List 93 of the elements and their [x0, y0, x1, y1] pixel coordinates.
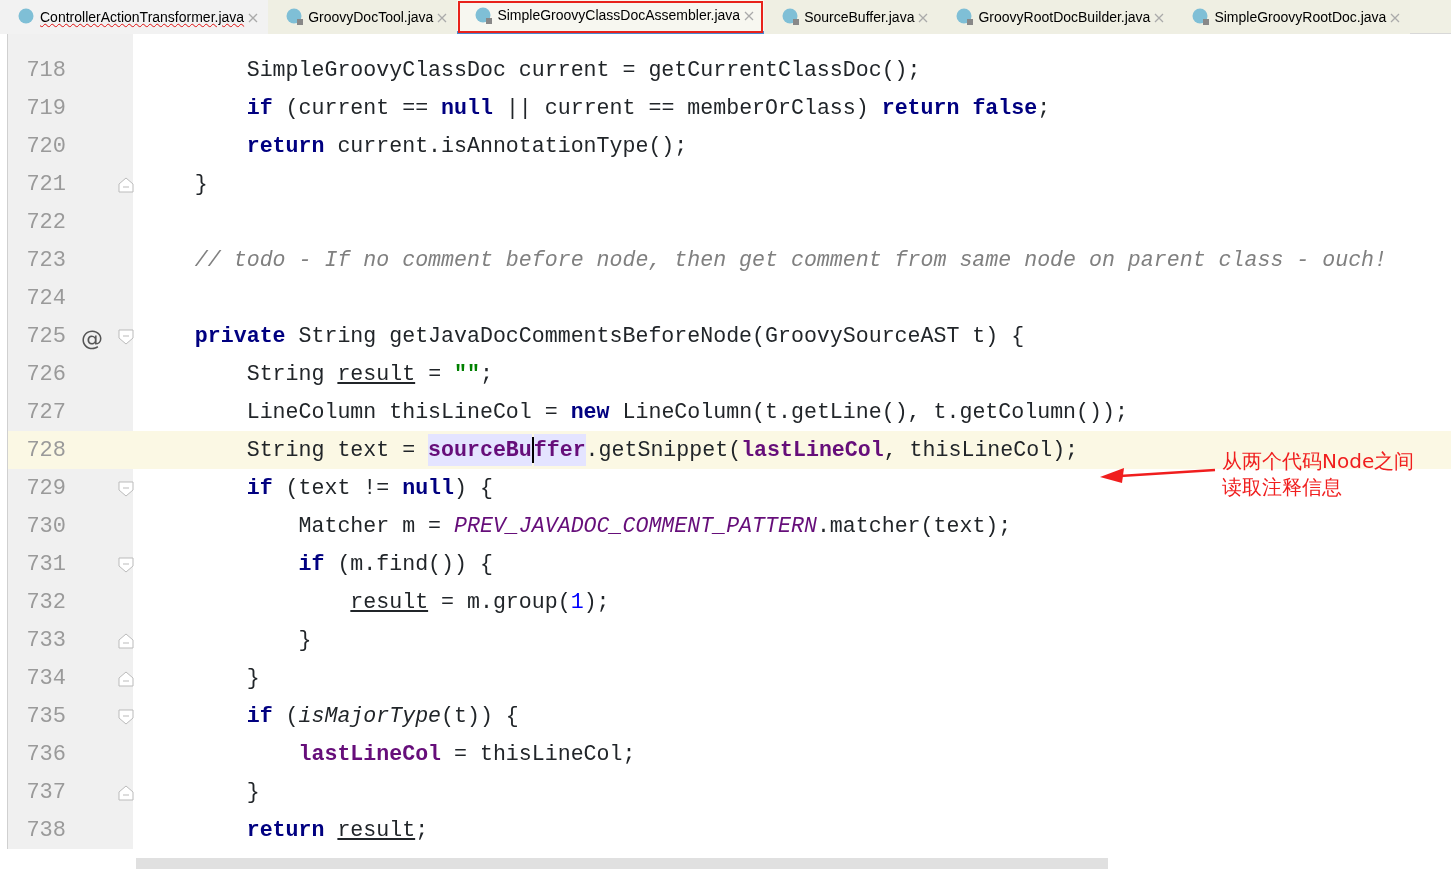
- class-file-icon: [18, 8, 36, 26]
- code-token: lastLineCol: [298, 740, 442, 768]
- code-token: || current == memberOrClass): [505, 94, 870, 122]
- code-token: LineColumn thisLineCol =: [246, 398, 559, 426]
- code-token: );: [583, 588, 610, 616]
- code-token: result: [350, 588, 429, 616]
- code-token: (text !=: [285, 474, 391, 502]
- code-token: if: [246, 474, 273, 502]
- line-number: 736: [25, 740, 66, 769]
- text-caret: [531, 437, 534, 463]
- code-token: ;: [479, 360, 493, 388]
- code-token: return false: [881, 94, 1038, 122]
- line-number: 723: [25, 246, 66, 275]
- fold-marker-icon[interactable]: [118, 557, 134, 573]
- class-file-icon: [1192, 8, 1211, 26]
- code-comment: // todo - If no comment before node, then get comment from same node on parent class - ouch!: [194, 246, 1387, 274]
- line-number: 726: [25, 360, 66, 389]
- line-number: 733: [25, 626, 66, 655]
- code-token: }: [246, 778, 260, 806]
- class-file-icon: [956, 8, 975, 26]
- code-token: = m.group(: [441, 588, 571, 616]
- code-token: (t)) {: [441, 702, 519, 730]
- code-token: SimpleGroovyClassDoc current = getCurrentClassDoc();: [246, 56, 921, 84]
- code-token: PREV_JAVADOC_COMMENT_PATTERN: [454, 512, 817, 540]
- fold-marker-icon[interactable]: [118, 329, 134, 345]
- fold-marker-icon[interactable]: [118, 671, 134, 687]
- file-tab[interactable]: ControllerActionTransformer.java: [0, 0, 269, 34]
- horizontal-scrollbar[interactable]: [136, 858, 1108, 869]
- code-token: }: [246, 664, 260, 692]
- code-token: ;: [415, 816, 429, 844]
- code-token: result: [337, 816, 416, 844]
- code-token: ffer: [533, 433, 586, 467]
- code-token: .getSnippet(: [585, 436, 742, 464]
- class-file-icon: [782, 8, 801, 26]
- code-token: ) {: [454, 474, 493, 502]
- line-number: 724: [25, 284, 66, 313]
- code-token: Matcher m =: [298, 512, 443, 540]
- code-token: String text =: [246, 436, 417, 464]
- fold-marker-icon[interactable]: [118, 709, 134, 725]
- line-number: 719: [25, 94, 66, 123]
- code-token: new: [570, 398, 610, 426]
- fold-marker-icon[interactable]: [118, 481, 134, 497]
- line-number: 718: [25, 56, 66, 85]
- code-token: 1: [570, 588, 584, 616]
- line-number: 738: [25, 816, 66, 845]
- line-number: 727: [25, 398, 66, 427]
- code-token: return: [246, 816, 326, 844]
- file-tab[interactable]: SimpleGroovyClassDocAssembler.java: [457, 0, 765, 34]
- code-token: .matcher(text);: [816, 512, 1012, 540]
- code-token: ;: [1037, 94, 1051, 122]
- line-number: 722: [25, 208, 66, 237]
- code-token: }: [298, 626, 312, 654]
- line-number: 737: [25, 778, 66, 807]
- code-token: return: [246, 132, 325, 160]
- line-number: 725: [25, 322, 66, 351]
- code-token: (: [285, 702, 299, 730]
- code-token: lastLineCol: [741, 436, 884, 464]
- class-file-icon: [475, 6, 494, 25]
- annotation-text: 从两个代码Node之间 读取注释信息: [1222, 448, 1415, 500]
- line-number: 732: [25, 588, 66, 617]
- line-number: 729: [25, 474, 66, 503]
- line-number: 728: [25, 436, 66, 465]
- class-file-icon: [286, 8, 305, 26]
- fold-marker-icon[interactable]: [118, 785, 134, 801]
- code-token: (current ==: [285, 94, 430, 122]
- fold-marker-icon[interactable]: [118, 633, 134, 649]
- code-token: (m.find()) {: [337, 550, 493, 578]
- code-token: result: [337, 360, 416, 388]
- line-number: 720: [25, 132, 66, 161]
- code-token: private: [194, 322, 286, 350]
- fold-marker-icon[interactable]: [118, 177, 134, 193]
- code-token: LineColumn(t.getLine(), t.getColumn());: [622, 398, 1128, 426]
- code-token: }: [194, 170, 208, 198]
- gutter-marker[interactable]: @: [81, 322, 103, 355]
- line-number: 721: [25, 170, 66, 199]
- code-token: isMajorType: [298, 702, 442, 730]
- code-token: if: [298, 550, 325, 578]
- code-token: null: [402, 474, 455, 502]
- code-token: , thisLineCol);: [883, 436, 1079, 464]
- code-token: current.isAnnotationType();: [337, 132, 688, 160]
- line-number: 734: [25, 664, 66, 693]
- line-number: 735: [25, 702, 66, 731]
- code-token: String getJavaDocCommentsBeforeNode(GroovySourceAST t) {: [298, 322, 1025, 350]
- code-token: sourceBu: [428, 433, 532, 467]
- line-number: 731: [25, 550, 66, 579]
- code-token: "": [454, 360, 480, 388]
- code-token: null: [441, 94, 493, 122]
- code-token: String: [246, 360, 326, 388]
- code-token: = thisLineCol;: [454, 740, 636, 768]
- line-number: 730: [25, 512, 66, 541]
- code-token: =: [428, 360, 443, 388]
- code-token: if: [246, 94, 273, 122]
- code-token: if: [246, 702, 273, 730]
